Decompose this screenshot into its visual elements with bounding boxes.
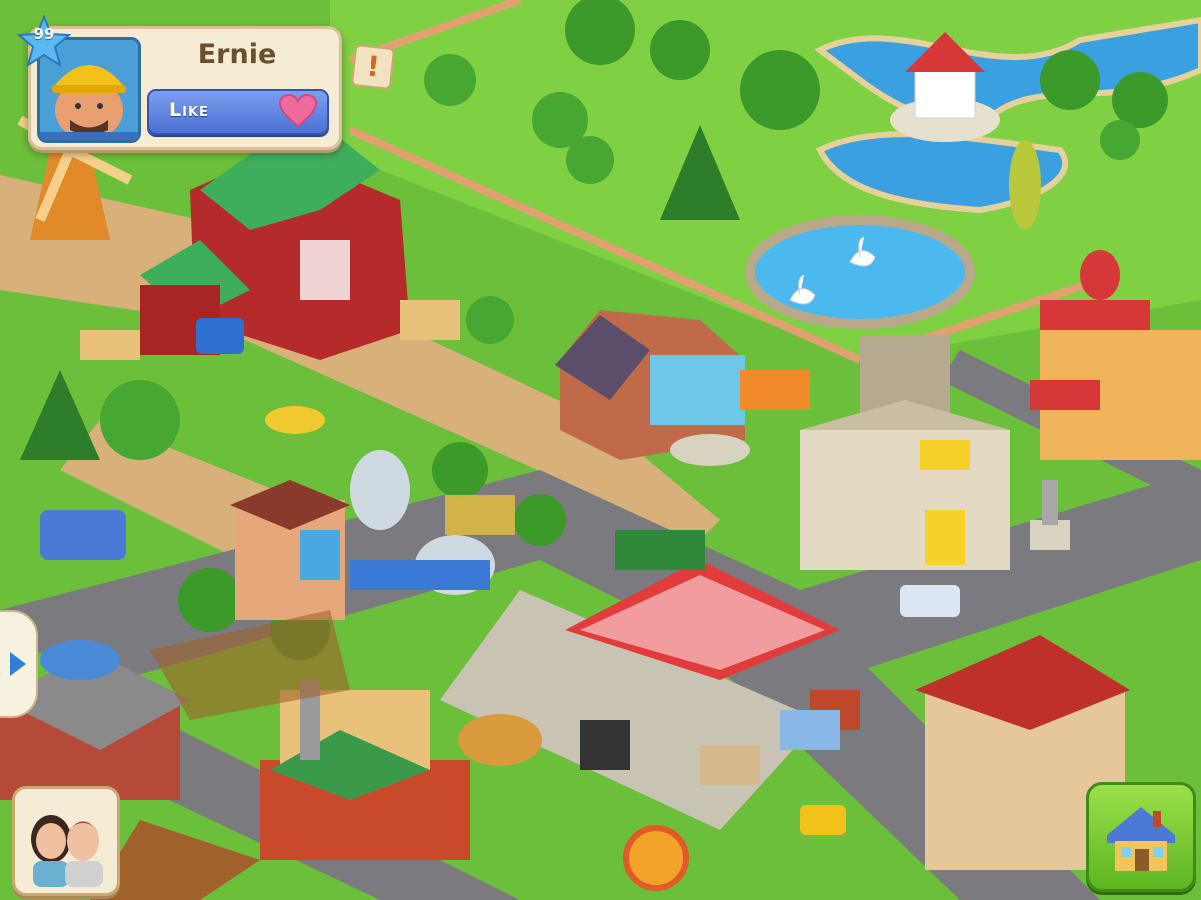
heart-icon [279, 94, 317, 128]
play-arrow-icon [10, 652, 26, 676]
friends-button[interactable] [12, 786, 120, 896]
blue-tractor[interactable] [196, 318, 244, 354]
alert-button[interactable]: ! [350, 44, 396, 90]
coffee-sign[interactable] [623, 825, 689, 891]
player-level: 99 [33, 25, 55, 43]
police-car[interactable] [900, 585, 960, 617]
side-menu-toggle-button[interactable] [0, 610, 38, 718]
swan-pond [745, 215, 975, 329]
yellow-taxi[interactable] [800, 805, 846, 835]
player-name: Ernie [197, 39, 277, 70]
like-button-label: Like [169, 99, 209, 121]
like-button[interactable]: Like [147, 89, 329, 135]
player-profile-card[interactable]: 99 Ernie Like ! [17, 15, 396, 150]
burger-sign[interactable] [458, 714, 542, 766]
blue-van[interactable] [40, 510, 126, 560]
alert-label: ! [364, 49, 382, 84]
house-build-icon [1107, 807, 1175, 871]
build-menu-button[interactable] [1086, 782, 1196, 892]
friends-icon [31, 815, 103, 887]
